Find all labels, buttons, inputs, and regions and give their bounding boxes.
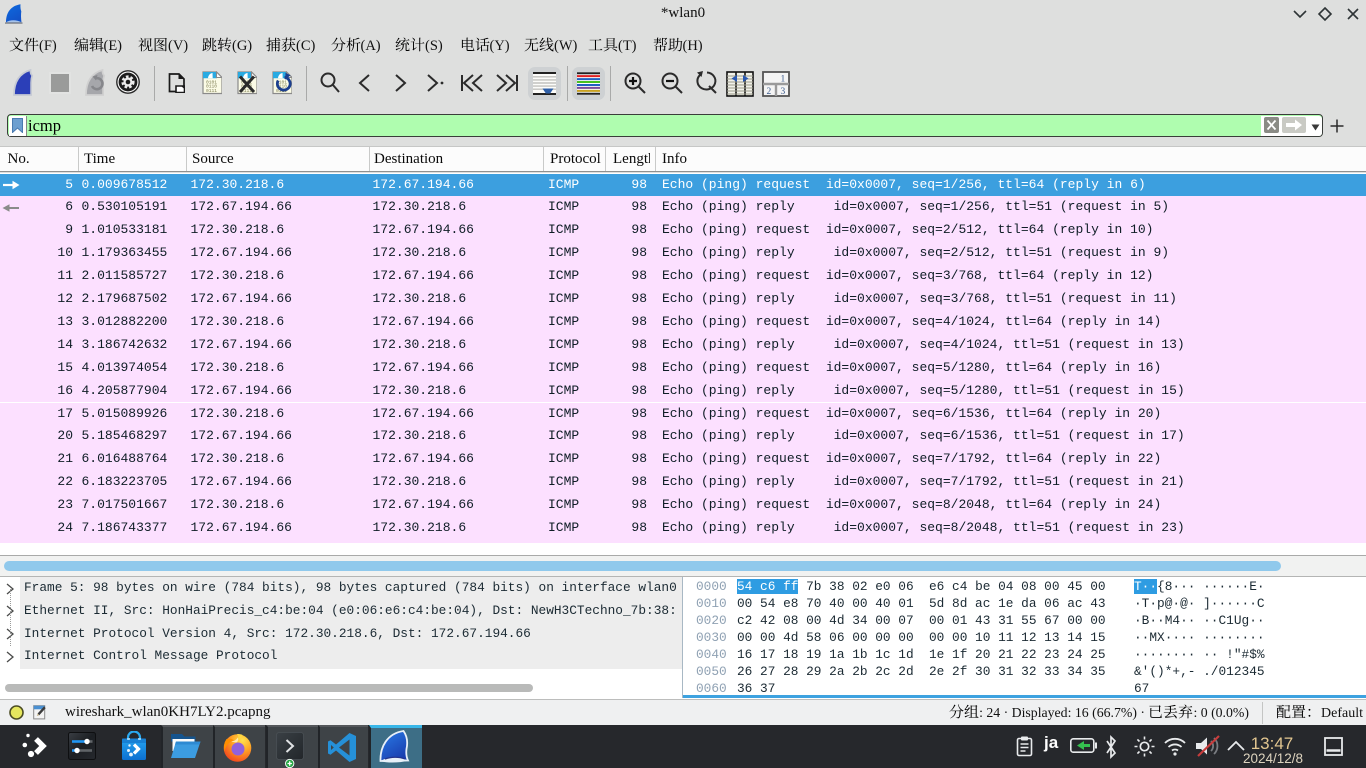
svg-text:2: 2 — [767, 87, 772, 97]
svg-text:0111: 0111 — [206, 88, 217, 94]
svg-text:1: 1 — [781, 75, 786, 85]
svg-text:3: 3 — [781, 87, 786, 97]
